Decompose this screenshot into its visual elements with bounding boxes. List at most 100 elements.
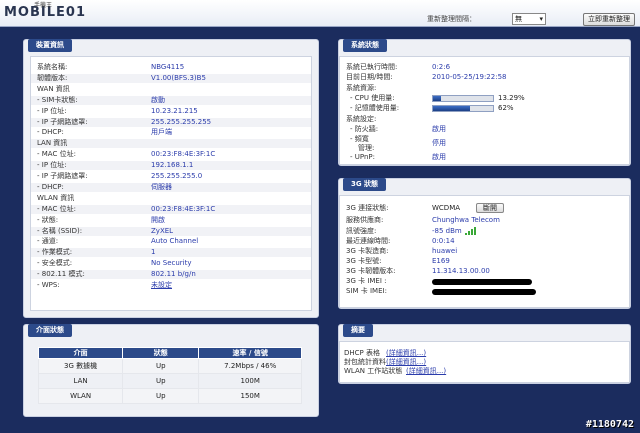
refresh-interval-select[interactable]: 無: [512, 13, 546, 25]
packet-stats-label: 封包統計資料: [344, 358, 386, 366]
summary-item-dhcp: DHCP 表格 (詳細資訊...): [340, 349, 629, 358]
table-row: WLAN Up 150M: [37, 388, 302, 404]
upnp-value: 啟用: [432, 153, 446, 161]
device-info-value[interactable]: 未設定: [151, 281, 172, 290]
device-info-row: WLAN 資訊: [31, 194, 311, 203]
device-info-label: 系統名稱:: [37, 63, 68, 71]
manufacturer-label: 3G 卡製造商:: [346, 247, 389, 255]
packet-stats-details-link[interactable]: (詳細資訊...): [386, 358, 426, 367]
table-row: LAN Up 100M: [37, 373, 302, 389]
logo-subtext: 手機王: [34, 2, 53, 9]
dhcp-details-link[interactable]: (詳細資訊...): [386, 349, 426, 358]
device-info-value: 1: [151, 248, 156, 257]
device-info-row: - SIM卡狀態: 啟動: [31, 95, 311, 105]
refresh-interval-value: 無: [515, 15, 522, 23]
sim-imei-label: SIM 卡 IMEI:: [346, 287, 387, 295]
signal-label: 訊號強度:: [346, 227, 377, 235]
rate-header: 速率 / 信號: [198, 347, 302, 359]
device-info-row: - IP 子網路遮罩: 255.255.255.255: [31, 117, 311, 127]
wlan-station-label: WLAN 工作站狀態: [344, 367, 403, 375]
firewall-label: - 防火牆:: [350, 125, 379, 133]
device-info-label: - SIM卡狀態:: [37, 95, 78, 104]
status-cell: Up: [122, 388, 200, 404]
interface-cell: WLAN: [37, 388, 124, 404]
device-info-value: Auto Channel: [151, 237, 199, 246]
uptime-row: 系統已執行時間: 0:2:6: [340, 63, 629, 72]
sim-imei-redacted: [432, 289, 536, 295]
datetime-value: 2010-05-25/19:22:58: [432, 73, 507, 81]
settings-row: 系統設定:: [340, 115, 629, 124]
device-info-row: - MAC 位址: 00:23:F8:4E:3F:1C: [31, 150, 311, 159]
interface-table: 介面 狀態 速率 / 信號 3G 數據機 Up 7.2Mbps / 46% LA…: [37, 347, 302, 404]
device-info-label: - MAC 位址:: [37, 204, 76, 213]
memory-usage-fill: [433, 106, 471, 111]
resources-label: 系統資源:: [346, 84, 377, 92]
status-header: 狀態: [122, 347, 200, 359]
device-info-row: - 安全模式: No Security: [31, 259, 311, 268]
uptime-value: 0:2:6: [432, 63, 451, 71]
summary-item-wlan: WLAN 工作站狀態 (詳細資訊...): [340, 367, 629, 376]
device-info-value: 用戶端: [151, 128, 172, 137]
imei-row: 3G 卡 IMEI :: [340, 277, 629, 286]
device-info-row: - IP 子網路遮罩: 255.255.255.0: [31, 172, 311, 181]
status-cell: Up: [122, 373, 200, 389]
bandwidth-row: - 頻寬 停用: [340, 135, 629, 147]
memory-label: - 記憶體使用量:: [350, 104, 400, 112]
device-info-label: - 通道:: [37, 237, 59, 246]
device-info-label: - IP 子網路遮罩:: [37, 172, 88, 180]
manufacturer-row: 3G 卡製造商: huawei: [340, 247, 629, 256]
sim-imei-row: SIM 卡 IMEI:: [340, 287, 629, 296]
device-info-label: - IP 位址:: [37, 106, 67, 115]
datetime-row: 目前日期/時間: 2010-05-25/19:22:58: [340, 73, 629, 82]
device-info-row: - IP 位址: 192.168.1.1: [31, 161, 311, 171]
device-info-row: - DHCP: 用戶端: [31, 128, 311, 137]
memory-row: - 記憶體使用量: 62%: [340, 104, 629, 113]
datetime-label: 目前日期/時間:: [346, 73, 393, 81]
provider-label: 服務供應商:: [346, 216, 384, 224]
device-info-value: 00:23:F8:4E:3F:1C: [151, 204, 216, 213]
device-info-value: 啟動: [151, 95, 165, 104]
device-info-title: 裝置資訊: [28, 39, 72, 52]
top-bar: MOBILE01 手機王 重新整理間隔： 無 立即重新整理: [0, 0, 640, 27]
device-info-label: - 名稱 (SSID):: [37, 226, 83, 235]
device-info-row: - 狀態: 開啟: [31, 216, 311, 225]
cpu-usage-value: 13.29%: [498, 94, 525, 102]
device-info-row: - DHCP: 伺服器: [31, 182, 311, 192]
cpu-row: - CPU 使用量: 13.29%: [340, 94, 629, 103]
upnp-label: - UPnP:: [350, 153, 375, 161]
cpu-usage-bar: [432, 95, 494, 102]
rate-cell: 150M: [198, 388, 302, 404]
refresh-now-button[interactable]: 立即重新整理: [583, 13, 635, 26]
3g-connection-row: 3G 連接狀態: WCDMA 斷開: [340, 203, 629, 213]
status-cell: Up: [122, 358, 200, 374]
bandwidth-label: - 頻寬: [350, 135, 369, 143]
firewall-row: - 防火牆: 啟用: [340, 125, 629, 134]
dhcp-table-label: DHCP 表格: [344, 349, 380, 357]
device-info-row: - WPS: 未設定: [31, 281, 311, 290]
device-info-row: - IP 位址: 10.23.21.215: [31, 107, 311, 116]
wlan-station-details-link[interactable]: (詳細資訊...): [406, 367, 446, 376]
settings-label: 系統設定:: [346, 115, 377, 123]
summary-title: 摘要: [343, 324, 373, 337]
device-info-label: WAN 資訊: [37, 84, 70, 93]
cpu-label: - CPU 使用量:: [350, 94, 395, 102]
uptime-label: 系統已執行時間:: [346, 63, 398, 71]
connection-time-row: 最近連線時間: 0:0:14: [340, 237, 629, 246]
provider-value: Chunghwa Telecom: [432, 216, 500, 224]
device-info-value: 10.23.21.215: [151, 106, 198, 115]
3g-status-title: 3G 狀態: [343, 178, 387, 191]
device-info-row: - MAC 位址: 00:23:F8:4E:3F:1C: [31, 204, 311, 214]
model-row: 3G 卡型號: E169: [340, 257, 629, 266]
3g-connection-label: 3G 連接狀態:: [346, 204, 389, 212]
device-info-row: LAN 資訊: [31, 139, 311, 149]
imei-redacted: [432, 279, 532, 285]
device-info-label: - WPS:: [37, 281, 60, 289]
resources-row: 系統資源:: [340, 84, 629, 93]
device-info-label: - DHCP:: [37, 128, 64, 137]
device-info-label: - MAC 位址:: [37, 150, 76, 159]
disconnect-button[interactable]: 斷開: [476, 203, 504, 213]
device-info-value: V1.00(BFS.3)B5: [151, 73, 206, 82]
manufacturer-value: huawei: [432, 247, 458, 255]
device-info-value: 802.11 b/g/n: [151, 270, 196, 279]
device-info-label: - 狀態:: [37, 215, 59, 224]
